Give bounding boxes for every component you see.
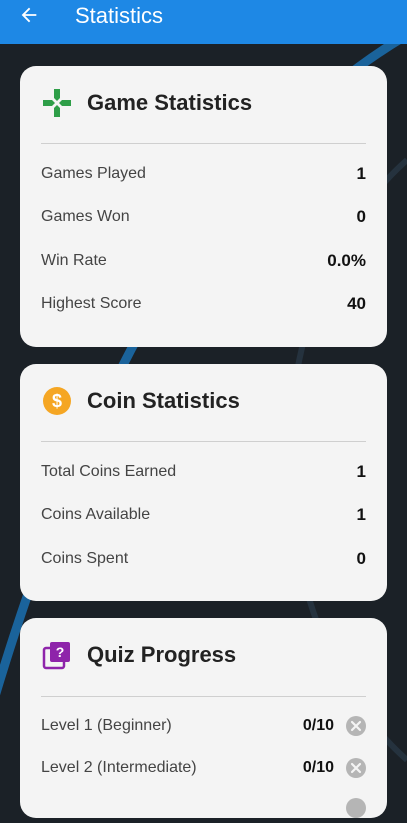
stat-value: 0 [356, 549, 366, 568]
game-statistics-card: Game Statistics Games Played 1 Games Won… [20, 66, 387, 347]
divider [41, 441, 366, 442]
stat-value: 40 [347, 294, 366, 313]
page-title: Statistics [75, 3, 164, 28]
stat-value: 1 [356, 462, 366, 481]
gamepad-icon [41, 87, 73, 119]
quiz-row-level-2: Level 2 (Intermediate) 0/10 [41, 756, 366, 780]
cancel-icon [346, 798, 366, 818]
back-button[interactable] [14, 3, 44, 31]
stat-value: 1 [356, 164, 366, 183]
stat-label: Win Rate [41, 252, 107, 269]
divider [41, 696, 366, 697]
stat-row-coins-spent: Coins Spent 0 [41, 547, 366, 571]
app-bar: Statistics [0, 0, 407, 44]
svg-text:$: $ [52, 391, 62, 411]
stat-label: Total Coins Earned [41, 463, 177, 480]
dollar-coin-icon: $ [41, 385, 73, 417]
stat-row-win-rate: Win Rate 0.0% [41, 249, 366, 273]
quiz-icon: ? [41, 639, 73, 671]
stat-label: Coins Spent [41, 550, 129, 567]
card-header: Game Statistics [41, 86, 252, 120]
quiz-level-label: Level 1 (Beginner) [41, 717, 172, 734]
stat-row-total-coins-earned: Total Coins Earned 1 [41, 460, 366, 484]
card-title: Coin Statistics [87, 388, 240, 413]
arrow-back-icon [18, 4, 40, 31]
stat-label: Games Won [41, 208, 130, 225]
stat-value: 0.0% [327, 251, 366, 270]
card-header: $ Coin Statistics [41, 384, 240, 418]
coin-statistics-card: $ Coin Statistics Total Coins Earned 1 C… [20, 364, 387, 601]
stat-row-coins-available: Coins Available 1 [41, 503, 366, 527]
cancel-icon [346, 758, 366, 778]
stat-row-games-won: Games Won 0 [41, 205, 366, 229]
svg-text:?: ? [56, 644, 65, 660]
card-title: Game Statistics [87, 90, 253, 115]
stat-label: Games Played [41, 165, 146, 182]
divider [41, 143, 366, 144]
stat-value: 1 [356, 505, 366, 524]
stat-row-highest-score: Highest Score 40 [41, 292, 366, 316]
stat-label: Coins Available [41, 506, 151, 523]
stat-value: 0 [356, 207, 366, 226]
quiz-level-score: 0/10 [302, 759, 334, 776]
quiz-level-label: Level 2 (Intermediate) [41, 759, 197, 776]
quiz-level-score: 0/10 [302, 717, 334, 734]
cancel-icon [346, 716, 366, 736]
card-title: Quiz Progress [87, 642, 237, 667]
stat-row-games-played: Games Played 1 [41, 162, 366, 186]
stat-label: Highest Score [41, 295, 142, 312]
card-header: ? Quiz Progress [41, 638, 236, 672]
quiz-progress-card: ? Quiz Progress Level 1 (Beginner) 0/10 … [20, 618, 387, 818]
quiz-row-level-1: Level 1 (Beginner) 0/10 [41, 714, 366, 738]
